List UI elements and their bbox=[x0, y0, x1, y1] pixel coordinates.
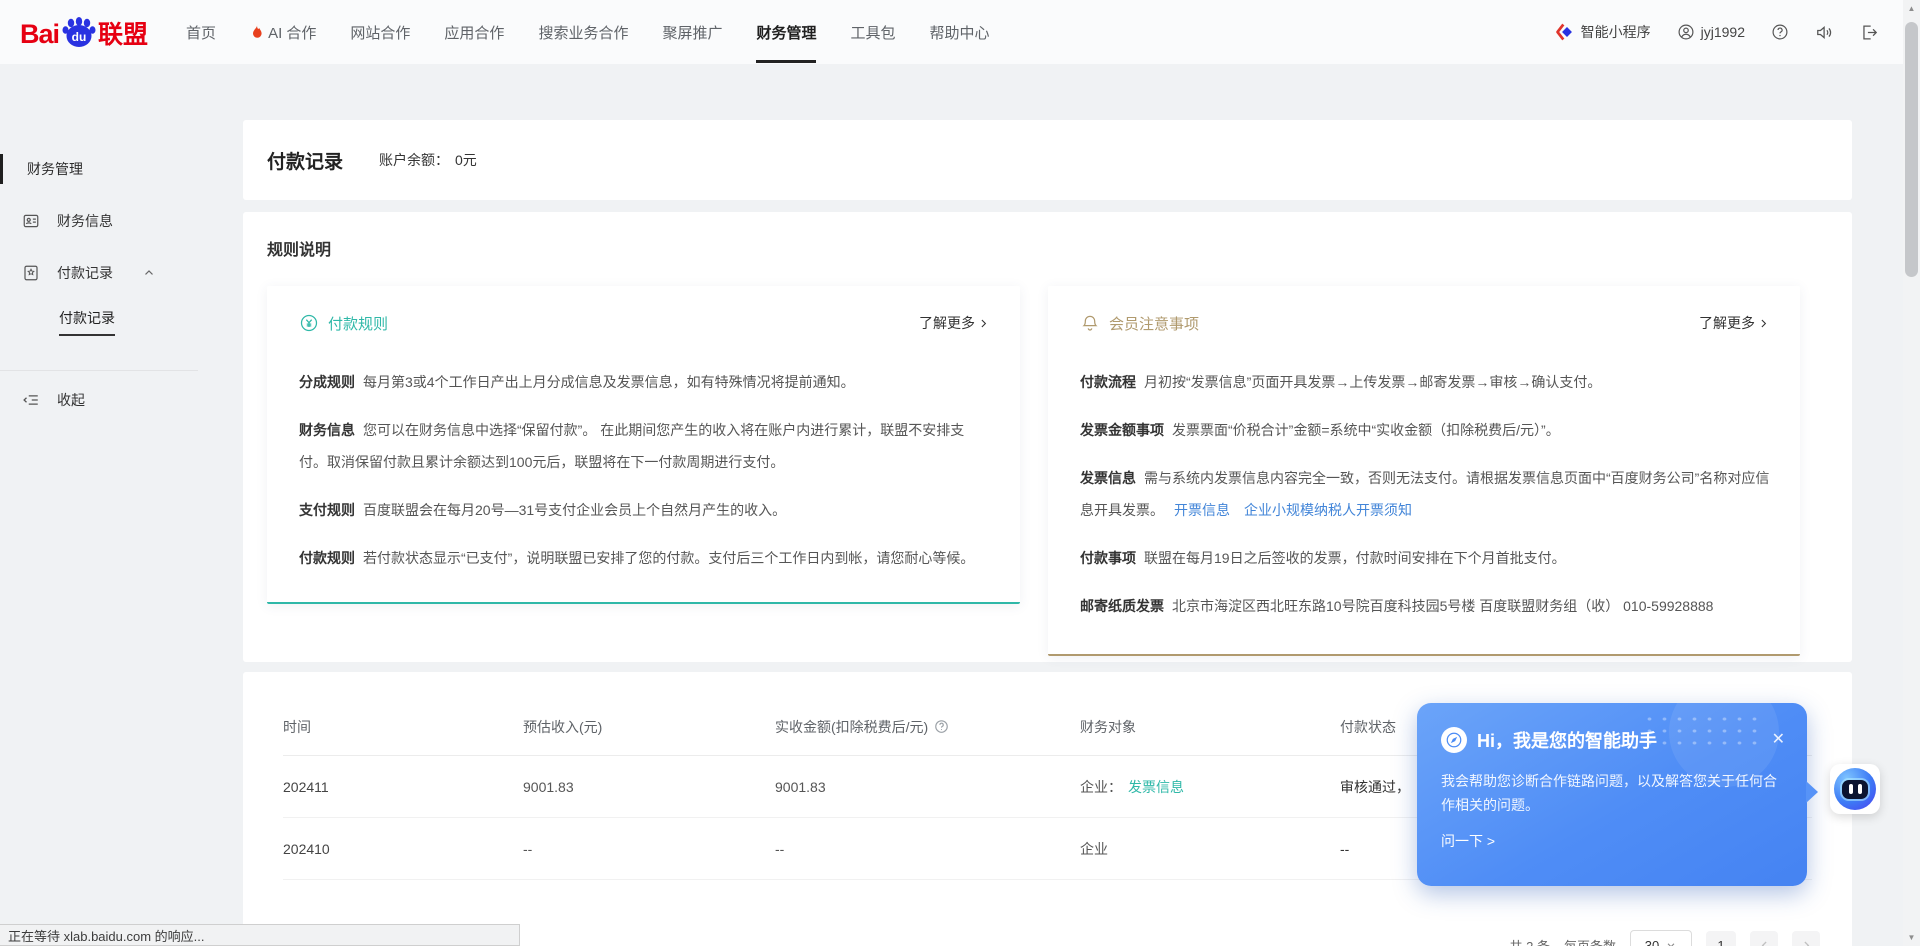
rule-item: 发票信息需与系统内发票信息内容完全一致，否则无法支付。请根据发票信息页面中“百度… bbox=[1080, 462, 1770, 526]
total-count: 共 2 条 bbox=[1510, 936, 1550, 946]
logo-text-union: 联盟 bbox=[98, 22, 148, 48]
nav-home[interactable]: 首页 bbox=[186, 0, 216, 64]
miniprogram-entry[interactable]: 智能小程序 bbox=[1555, 22, 1651, 42]
robot-icon bbox=[1834, 768, 1876, 810]
nav-toolkit[interactable]: 工具包 bbox=[850, 0, 895, 64]
payment-rules-title: 付款规则 bbox=[328, 313, 388, 334]
nav-juping-promotion[interactable]: 聚屏推广 bbox=[662, 0, 722, 64]
page-number-button[interactable]: 1 bbox=[1706, 931, 1736, 946]
nav-website-cooperation[interactable]: 网站合作 bbox=[350, 0, 410, 64]
sidebar: 财务管理 财务信息 付款记录 付款记录 bbox=[0, 64, 198, 946]
topnav-right: 智能小程序 jyj1992 bbox=[1555, 22, 1879, 42]
nav-help-center[interactable]: 帮助中心 bbox=[930, 0, 990, 64]
assistant-robot-button[interactable] bbox=[1830, 764, 1880, 814]
sidebar-collapse-button[interactable]: 收起 bbox=[0, 385, 198, 415]
logo-text-bai: Bai bbox=[20, 21, 59, 48]
smart-assistant-popup: Hi，我是您的智能助手 ✕ 我会帮助您诊断合作链路问题，以及解答您关于任何合作相… bbox=[1417, 703, 1807, 886]
rule-item: 邮寄纸质发票北京市海淀区西北旺东路10号院百度科技园5号楼 百度联盟财务组（收）… bbox=[1080, 590, 1770, 622]
member-notes-more-link[interactable]: 了解更多 bbox=[1699, 313, 1770, 333]
account-balance: 账户余额：0元 bbox=[379, 150, 477, 170]
col-estimated-income: 预估收入(元) bbox=[523, 717, 775, 737]
rule-item: 财务信息您可以在财务信息中选择“保留付款”。 在此期间您产生的收入将在账户内进行… bbox=[299, 414, 990, 478]
baidu-union-logo[interactable]: Bai du 联盟 bbox=[20, 16, 148, 48]
miniprogram-diamond-icon bbox=[1555, 22, 1575, 42]
top-navigation: Bai du 联盟 首页 AI 合作 网站合作 bbox=[0, 0, 1903, 64]
coin-icon bbox=[299, 313, 319, 333]
sidebar-subitem-payment-record[interactable]: 付款记录 bbox=[0, 307, 198, 337]
collapse-icon bbox=[22, 391, 40, 409]
small-taxpayer-guide-link[interactable]: 企业小规模纳税人开票须知 bbox=[1244, 502, 1412, 518]
id-card-icon bbox=[22, 212, 40, 230]
scrollbar-thumb[interactable] bbox=[1905, 22, 1918, 277]
col-finance-target: 财务对象 bbox=[1080, 717, 1340, 737]
rule-item: 分成规则每月第3或4个工作日产出上月分成信息及发票信息，如有特殊情况将提前通知。 bbox=[299, 366, 990, 398]
assistant-message: 我会帮助您诊断合作链路问题，以及解答您关于任何合作相关的问题。 bbox=[1441, 769, 1785, 817]
close-icon[interactable]: ✕ bbox=[1772, 732, 1785, 748]
user-account[interactable]: jyj1992 bbox=[1677, 23, 1745, 41]
invoice-info-row-link[interactable]: 发票信息 bbox=[1128, 779, 1184, 795]
chevron-right-icon bbox=[977, 317, 990, 330]
baidu-paw-icon: du bbox=[61, 16, 97, 48]
pagination: 共 2 条 每页条数 30 1 bbox=[1510, 930, 1820, 946]
decorative-dots bbox=[1642, 713, 1762, 747]
nav-finance-management[interactable]: 财务管理 bbox=[756, 0, 816, 64]
nav-app-cooperation[interactable]: 应用合作 bbox=[444, 0, 504, 64]
user-icon bbox=[1677, 23, 1695, 41]
ask-now-link[interactable]: 问一下 > bbox=[1441, 831, 1495, 851]
nav-search-business[interactable]: 搜索业务合作 bbox=[538, 0, 628, 64]
rules-section-title: 规则说明 bbox=[267, 236, 1800, 260]
member-notes-card: 会员注意事项 了解更多 付款流程月初按“发票信息”页面开具发票→上传发票→邮寄发… bbox=[1048, 286, 1800, 656]
col-time: 时间 bbox=[283, 717, 523, 737]
invoice-info-link[interactable]: 开票信息 bbox=[1174, 502, 1230, 518]
popup-tail bbox=[1806, 781, 1818, 803]
chevron-up-icon[interactable] bbox=[142, 266, 156, 280]
certificate-icon bbox=[22, 264, 40, 282]
rule-item: 付款规则若付款状态显示“已支付”，说明联盟已安排了您的付款。支付后三个工作日内到… bbox=[299, 542, 990, 574]
bell-icon bbox=[1080, 313, 1100, 333]
scroll-down-arrow[interactable]: ▼ bbox=[1903, 929, 1920, 946]
chevron-down-icon bbox=[1665, 939, 1677, 946]
sidebar-divider bbox=[0, 370, 198, 371]
assistant-title: Hi，我是您的智能助手 bbox=[1477, 727, 1657, 753]
main-menu: 首页 AI 合作 网站合作 应用合作 搜索业务合作 聚屏推广 财务管理 工具包 … bbox=[186, 0, 989, 64]
help-icon[interactable] bbox=[1771, 23, 1789, 41]
logout-icon[interactable] bbox=[1860, 23, 1879, 42]
member-notes-title: 会员注意事项 bbox=[1109, 313, 1199, 334]
question-circle-icon[interactable] bbox=[934, 719, 949, 734]
sidebar-section-finance-management[interactable]: 财务管理 bbox=[0, 154, 198, 184]
prev-page-button[interactable] bbox=[1750, 931, 1778, 946]
next-page-button[interactable] bbox=[1792, 931, 1820, 946]
rule-item: 付款事项联盟在每月19日之后签收的发票，付款时间安排在下个月首批支付。 bbox=[1080, 542, 1770, 574]
per-page-label: 每页条数 bbox=[1564, 936, 1616, 946]
per-page-select[interactable]: 30 bbox=[1630, 930, 1692, 946]
browser-status-bar: 正在等待 xlab.baidu.com 的响应... bbox=[0, 924, 520, 946]
nav-ai-cooperation[interactable]: AI 合作 bbox=[250, 0, 316, 64]
chevron-right-icon bbox=[1757, 317, 1770, 330]
payment-record-header-card: 付款记录 账户余额：0元 bbox=[243, 120, 1852, 200]
flame-icon bbox=[250, 24, 264, 40]
compass-icon bbox=[1441, 727, 1467, 753]
rule-item: 发票金额事项发票票面“价税合计”金额=系统中“实收金额（扣除税费后/元）”。 bbox=[1080, 414, 1770, 446]
sound-icon[interactable] bbox=[1815, 23, 1834, 42]
payment-rules-card: 付款规则 了解更多 分成规则每月第3或4个工作日产出上月分成信息及发票信息，如有… bbox=[267, 286, 1020, 604]
col-actual-amount: 实收金额(扣除税费后/元) bbox=[775, 717, 1080, 737]
rule-item: 付款流程月初按“发票信息”页面开具发票→上传发票→邮寄发票→审核→确认支付。 bbox=[1080, 366, 1770, 398]
scroll-up-arrow[interactable]: ▲ bbox=[1903, 0, 1920, 17]
rules-section: 规则说明 付款规则 了解更多 bbox=[243, 212, 1852, 662]
page-title: 付款记录 bbox=[267, 147, 343, 174]
sidebar-item-payment-record[interactable]: 付款记录 bbox=[0, 258, 198, 288]
svg-text:du: du bbox=[72, 30, 87, 44]
payment-rules-more-link[interactable]: 了解更多 bbox=[919, 313, 990, 333]
sidebar-item-finance-info[interactable]: 财务信息 bbox=[0, 206, 198, 236]
scrollbar[interactable]: ▲ ▼ bbox=[1903, 0, 1920, 946]
rule-item: 支付规则百度联盟会在每月20号—31号支付企业会员上个自然月产生的收入。 bbox=[299, 494, 990, 526]
